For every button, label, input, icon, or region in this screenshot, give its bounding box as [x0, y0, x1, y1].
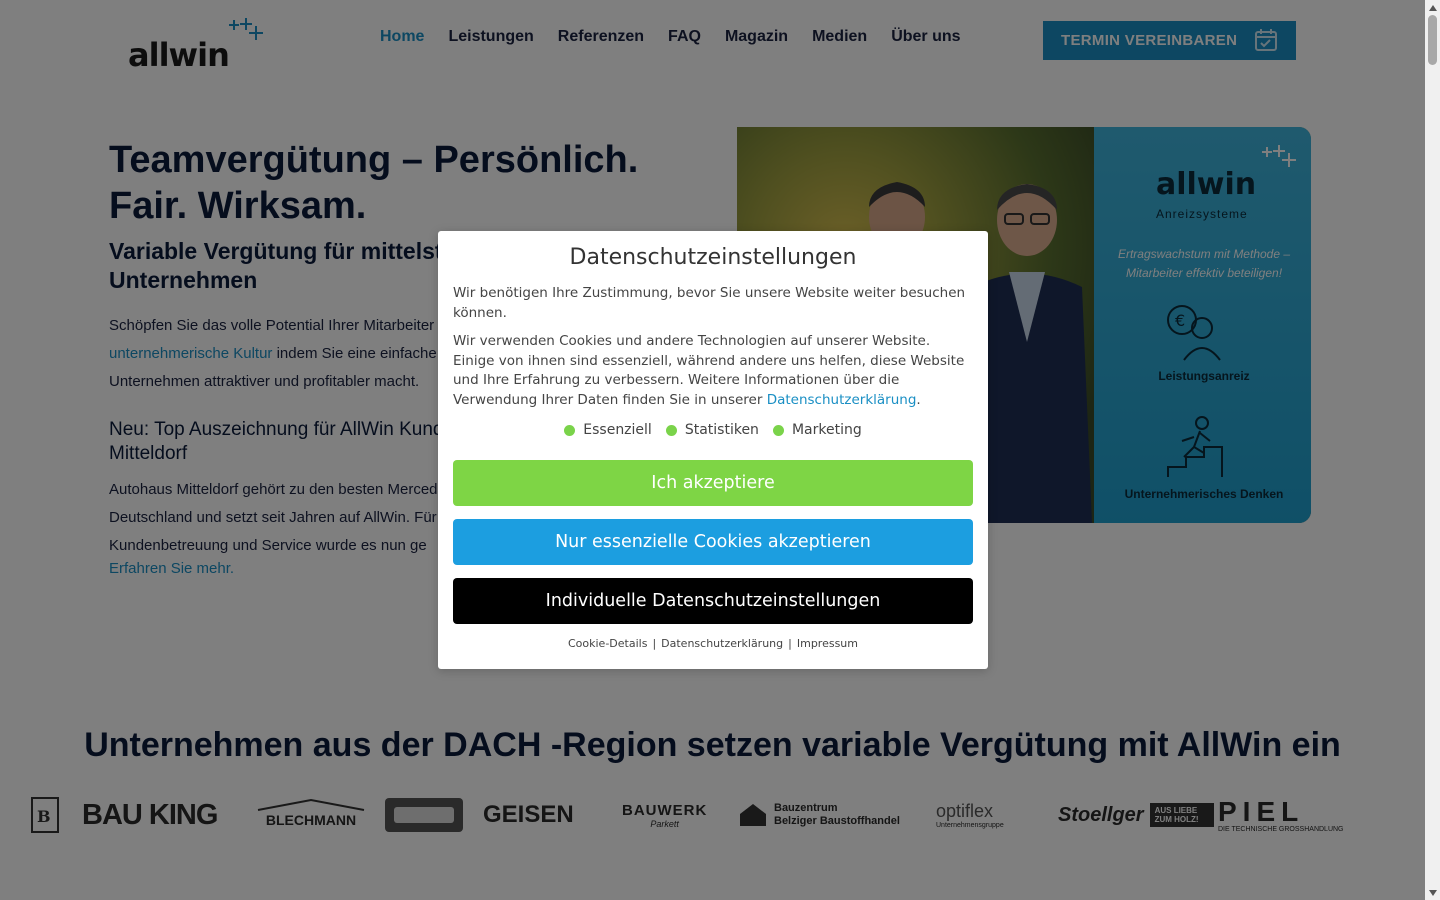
status-dot-icon — [772, 424, 784, 436]
accept-all-button[interactable]: Ich akzeptiere — [453, 460, 973, 506]
modal-footer-links: Cookie-Details | Datenschutzerklärung | Impr… — [438, 637, 988, 650]
scroll-down-arrow-icon[interactable] — [1425, 885, 1440, 900]
modal-title: Datenschutzeinstellungen — [569, 245, 857, 270]
modal-cookie-info: Wir verwenden Cookies und andere Technol… — [453, 332, 973, 410]
privacy-footer-link[interactable]: Datenschutzerklärung — [661, 637, 783, 650]
consent-statistiken[interactable]: Statistiken — [665, 422, 759, 438]
consent-essenziell[interactable]: Essenziell — [564, 422, 652, 438]
status-dot-icon — [564, 424, 576, 436]
link-separator: | — [788, 637, 792, 650]
accept-essential-button[interactable]: Nur essenzielle Cookies akzeptieren — [453, 519, 973, 565]
cookie-details-link[interactable]: Cookie-Details — [568, 637, 647, 650]
page-scrollbar[interactable] — [1425, 0, 1440, 900]
consent-marketing-label: Marketing — [791, 422, 862, 438]
modal-consent-intro: Wir benötigen Ihre Zustimmung, bevor Sie… — [453, 285, 966, 321]
modal-cookie-info-end: . — [916, 391, 921, 408]
scrollbar-thumb[interactable] — [1428, 15, 1437, 65]
impressum-link[interactable]: Impressum — [797, 637, 858, 650]
consent-statistiken-label: Statistiken — [684, 422, 759, 438]
privacy-settings-modal: Datenschutzeinstellungen Wir benötigen I… — [438, 231, 988, 669]
privacy-policy-link[interactable]: Datenschutzerklärung — [767, 392, 917, 408]
link-separator: | — [652, 637, 657, 650]
consent-essenziell-label: Essenziell — [583, 422, 652, 438]
scroll-up-arrow-icon[interactable] — [1425, 0, 1440, 15]
status-dot-icon — [665, 424, 677, 436]
consent-categories: Essenziell Statistiken Marketing — [438, 422, 988, 438]
consent-marketing[interactable]: Marketing — [772, 422, 862, 438]
individual-settings-button[interactable]: Individuelle Datenschutzeinstellungen — [453, 578, 973, 624]
